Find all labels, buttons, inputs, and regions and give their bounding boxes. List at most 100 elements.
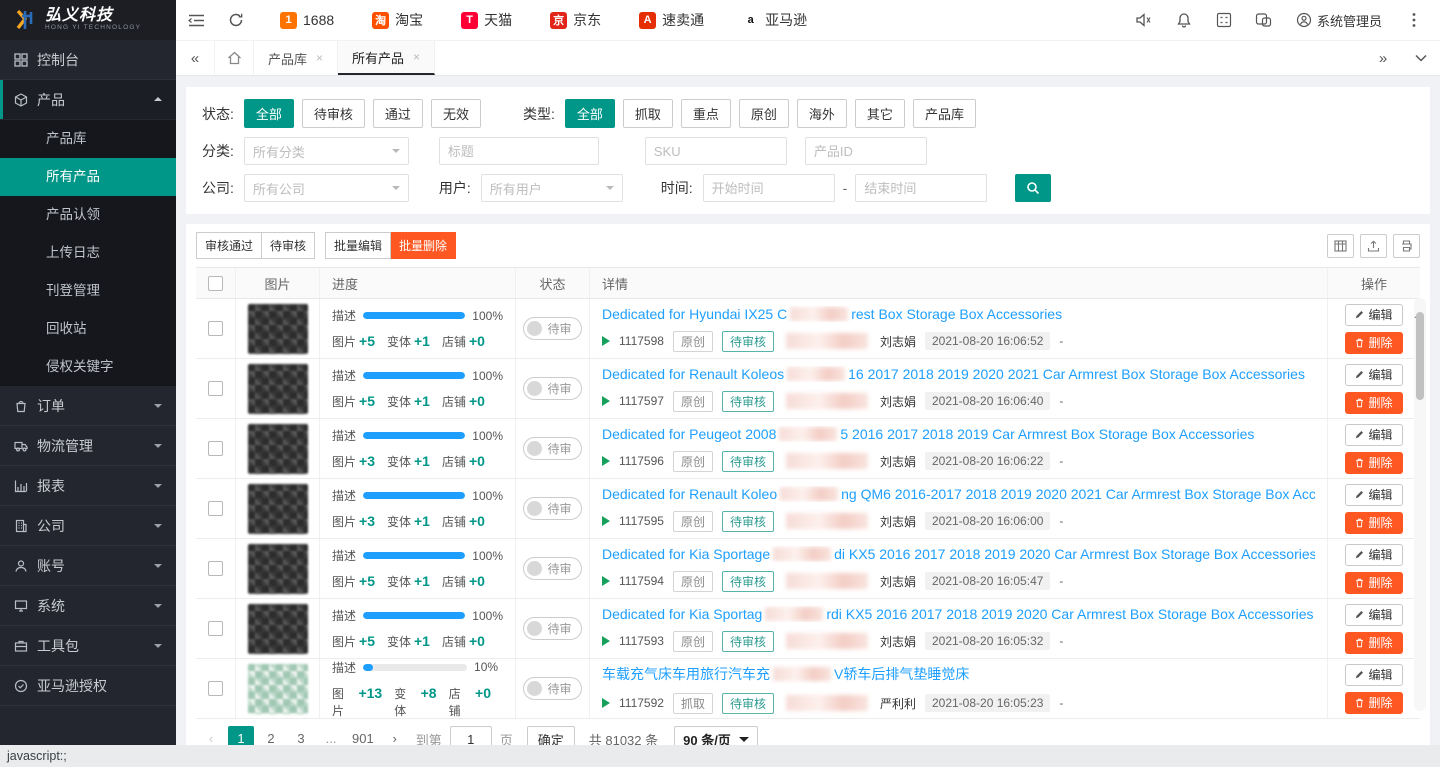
- review-status-toggle[interactable]: 待审: [523, 677, 581, 700]
- status-filter-option[interactable]: 无效: [431, 99, 481, 128]
- product-title-link[interactable]: Dedicated for Renault Koleong QM6 2016-2…: [602, 486, 1315, 502]
- export-icon[interactable]: [1360, 234, 1387, 258]
- type-filter-option[interactable]: 产品库: [913, 99, 976, 128]
- product-title-link[interactable]: Dedicated for Kia Sportagedi KX5 2016 20…: [602, 546, 1315, 562]
- approve-selected-button[interactable]: 审核通过: [196, 232, 262, 259]
- sidebar-item-company[interactable]: 公司: [0, 506, 176, 546]
- confirm-page-button[interactable]: 确定: [527, 726, 575, 745]
- columns-settings-icon[interactable]: [1327, 234, 1354, 258]
- sidebar-item-logistics[interactable]: 物流管理: [0, 426, 176, 466]
- type-filter-option[interactable]: 原创: [739, 99, 789, 128]
- marketplace-tab[interactable]: T 天猫: [461, 10, 512, 30]
- row-checkbox[interactable]: [208, 681, 223, 696]
- close-tab-icon[interactable]: ×: [316, 51, 323, 65]
- edit-button[interactable]: 编辑: [1345, 424, 1403, 446]
- status-filter-option[interactable]: 通过: [373, 99, 423, 128]
- type-filter-option[interactable]: 全部: [565, 99, 615, 128]
- page-number[interactable]: 901: [348, 726, 378, 745]
- print-icon[interactable]: [1393, 234, 1420, 258]
- row-checkbox[interactable]: [208, 501, 223, 516]
- sidebar-item-toolkit[interactable]: 工具包: [0, 626, 176, 666]
- theme-switch-icon[interactable]: [1244, 0, 1284, 40]
- marketplace-tab[interactable]: 京 京东: [550, 10, 601, 30]
- scroll-tabs-right-icon[interactable]: »: [1364, 41, 1402, 75]
- sidebar-item-recycle-bin[interactable]: 回收站: [0, 310, 176, 348]
- bulk-delete-button[interactable]: 批量删除: [391, 232, 456, 259]
- page-number[interactable]: ...: [318, 726, 344, 745]
- type-filter-option[interactable]: 抓取: [623, 99, 673, 128]
- product-title-link[interactable]: Dedicated for Renault Koleos16 2017 2018…: [602, 366, 1305, 382]
- sidebar-item-orders[interactable]: 订单: [0, 386, 176, 426]
- edit-button[interactable]: 编辑: [1345, 544, 1403, 566]
- type-filter-option[interactable]: 海外: [797, 99, 847, 128]
- edit-button[interactable]: 编辑: [1345, 304, 1403, 326]
- page-number[interactable]: 2: [258, 726, 284, 745]
- product-id-input[interactable]: [805, 137, 927, 165]
- bulk-edit-button[interactable]: 批量编辑: [325, 232, 391, 259]
- sidebar-item-reports[interactable]: 报表: [0, 466, 176, 506]
- play-icon[interactable]: [602, 636, 610, 646]
- delete-button[interactable]: 删除: [1345, 692, 1403, 714]
- row-checkbox[interactable]: [208, 321, 223, 336]
- company-select[interactable]: 所有公司: [244, 174, 409, 202]
- select-all-checkbox[interactable]: [208, 276, 223, 291]
- edit-button[interactable]: 编辑: [1345, 484, 1403, 506]
- marketplace-tab[interactable]: 淘 淘宝: [372, 10, 423, 30]
- sidebar-item-all-products[interactable]: 所有产品: [0, 158, 176, 196]
- edit-button[interactable]: 编辑: [1345, 604, 1403, 626]
- marketplace-tab[interactable]: 1 1688: [280, 12, 334, 29]
- play-icon[interactable]: [602, 396, 610, 406]
- review-status-toggle[interactable]: 待审: [523, 437, 581, 460]
- page-number[interactable]: 3: [288, 726, 314, 745]
- page-number[interactable]: 1: [228, 726, 254, 745]
- refresh-icon[interactable]: [216, 0, 256, 40]
- user-menu[interactable]: 系统管理员: [1284, 0, 1394, 40]
- review-status-toggle[interactable]: 待审: [523, 557, 581, 580]
- collapse-sidebar-icon[interactable]: [176, 0, 216, 40]
- sidebar-item-product-claim[interactable]: 产品认领: [0, 196, 176, 234]
- review-status-toggle[interactable]: 待审: [523, 617, 581, 640]
- page-size-select[interactable]: 90 条/页: [674, 726, 758, 745]
- next-page-icon[interactable]: ›: [382, 726, 408, 745]
- product-title-link[interactable]: Dedicated for Peugeot 20085 2016 2017 20…: [602, 426, 1254, 442]
- sidebar-item-amazon-auth[interactable]: 亚马逊授权: [0, 666, 176, 706]
- play-icon[interactable]: [602, 336, 610, 346]
- marketplace-tab[interactable]: a 亚马逊: [742, 10, 807, 30]
- scroll-tabs-left-icon[interactable]: «: [176, 41, 214, 75]
- sidebar-item-system[interactable]: 系统: [0, 586, 176, 626]
- start-time-input[interactable]: [703, 174, 835, 202]
- scrollbar-thumb[interactable]: [1416, 312, 1424, 400]
- status-filter-option[interactable]: 全部: [244, 99, 294, 128]
- edit-button[interactable]: 编辑: [1345, 664, 1403, 686]
- sidebar-item-upload-log[interactable]: 上传日志: [0, 234, 176, 272]
- close-tab-icon[interactable]: ×: [413, 50, 420, 64]
- row-checkbox[interactable]: [208, 621, 223, 636]
- sidebar-item-account[interactable]: 账号: [0, 546, 176, 586]
- marketplace-tab[interactable]: A 速卖通: [639, 10, 704, 30]
- product-title-link[interactable]: Dedicated for Hyundai IX25 Crest Box Sto…: [602, 306, 1062, 322]
- product-title-link[interactable]: Dedicated for Kia Sportagrdi KX5 2016 20…: [602, 606, 1314, 622]
- review-status-toggle[interactable]: 待审: [523, 377, 581, 400]
- edit-button[interactable]: 编辑: [1345, 364, 1403, 386]
- delete-button[interactable]: 删除: [1345, 392, 1403, 414]
- play-icon[interactable]: [602, 456, 610, 466]
- end-time-input[interactable]: [855, 174, 987, 202]
- row-checkbox[interactable]: [208, 381, 223, 396]
- play-icon[interactable]: [602, 576, 610, 586]
- type-filter-option[interactable]: 重点: [681, 99, 731, 128]
- sku-input[interactable]: [645, 137, 787, 165]
- delete-button[interactable]: 删除: [1345, 452, 1403, 474]
- delete-button[interactable]: 删除: [1345, 572, 1403, 594]
- sidebar-item-infringing-keywords[interactable]: 侵权关键字: [0, 348, 176, 386]
- tab-options-chevron-icon[interactable]: [1402, 41, 1440, 75]
- review-status-toggle[interactable]: 待审: [523, 497, 581, 520]
- prev-page-icon[interactable]: ‹: [198, 726, 224, 745]
- user-select[interactable]: 所有用户: [481, 174, 623, 202]
- set-pending-button[interactable]: 待审核: [262, 232, 315, 259]
- search-button[interactable]: [1015, 174, 1051, 202]
- product-title-link[interactable]: 车载充气床车用旅行汽车充V轿车后排气垫睡觉床: [602, 666, 969, 682]
- sidebar-group-product[interactable]: 产品: [0, 80, 176, 120]
- type-filter-option[interactable]: 其它: [855, 99, 905, 128]
- page-tab[interactable]: 所有产品 ×: [338, 41, 435, 75]
- delete-button[interactable]: 删除: [1345, 512, 1403, 534]
